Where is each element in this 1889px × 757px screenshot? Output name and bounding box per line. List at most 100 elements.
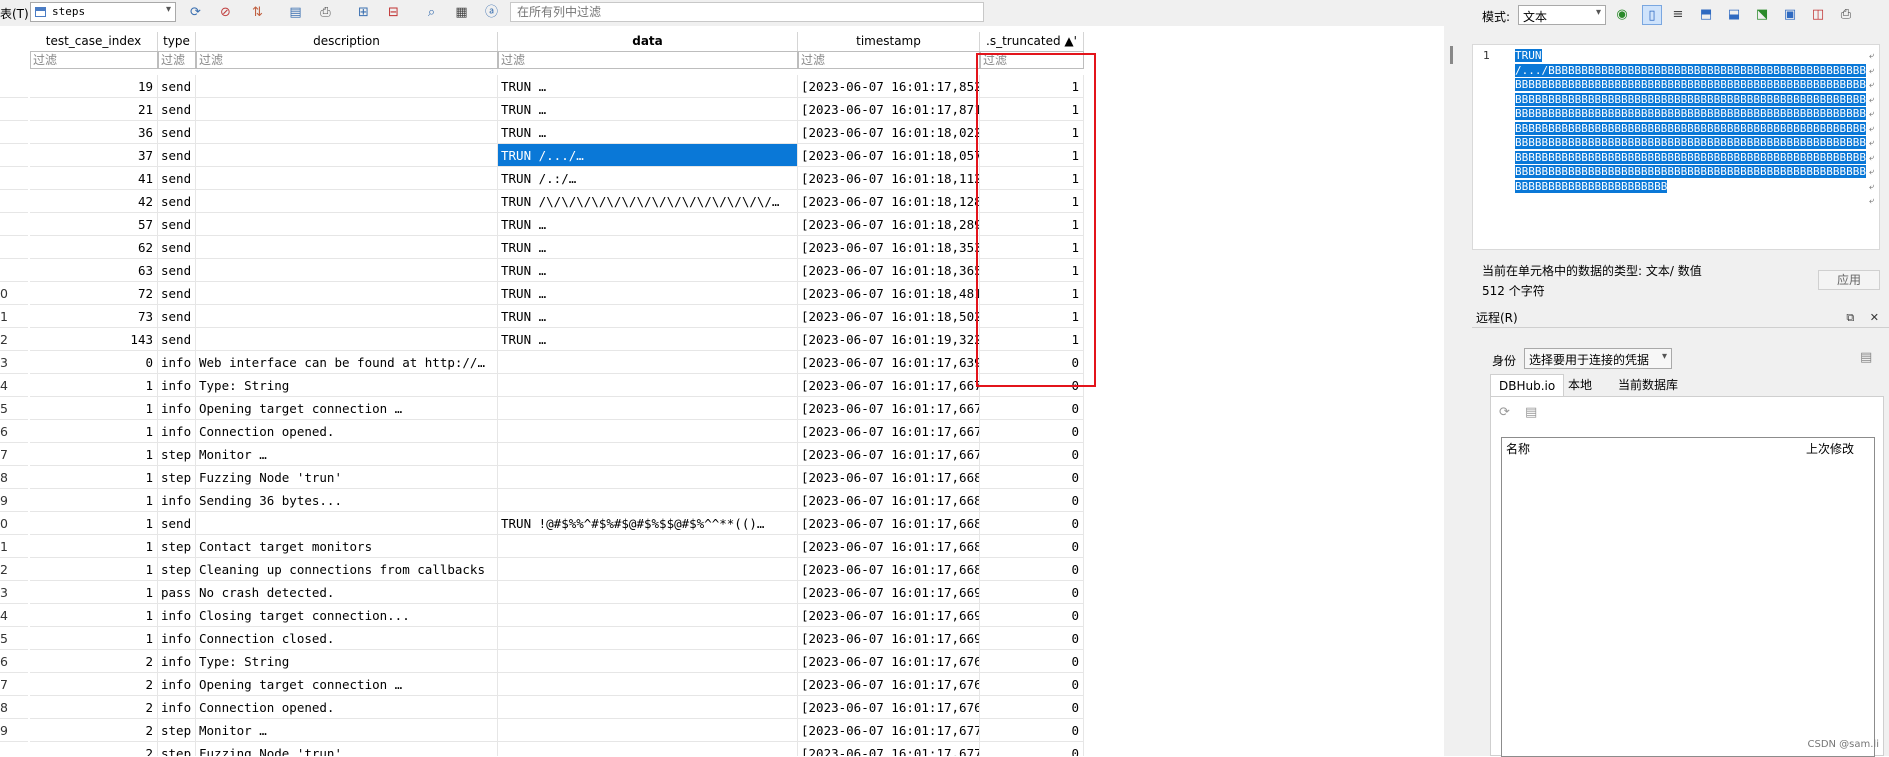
cell-type[interactable]: info: [158, 627, 196, 650]
cell-timestamp[interactable]: [2023-06-07 16:01:17,677]: [798, 719, 980, 742]
cell-description[interactable]: Connection closed.: [196, 627, 498, 650]
apply-button[interactable]: 应用: [1818, 270, 1880, 290]
row-number[interactable]: 2: [0, 328, 28, 351]
cell-is_truncated[interactable]: 0: [980, 443, 1084, 466]
dock-controls[interactable]: ⧉ ✕: [1846, 308, 1885, 328]
cell-type[interactable]: info: [158, 397, 196, 420]
cell-data[interactable]: [498, 581, 798, 604]
row-number[interactable]: 1: [0, 305, 28, 328]
cell-is_truncated[interactable]: 0: [980, 581, 1084, 604]
cell-type[interactable]: send: [158, 236, 196, 259]
cell-data[interactable]: TRUN …: [498, 236, 798, 259]
row-number[interactable]: 7: [0, 673, 28, 696]
cell-is_truncated[interactable]: 0: [980, 535, 1084, 558]
cell-data[interactable]: TRUN …: [498, 98, 798, 121]
clear-filters-icon[interactable]: ⊘: [216, 3, 235, 22]
cell-editor[interactable]: 1 TRUN /.../BBBBBBBBBBBBBBBBBBBBBBBBBBBB…: [1472, 44, 1880, 250]
cell-timestamp[interactable]: [2023-06-07 16:01:19,322]: [798, 328, 980, 351]
clear-cell-icon[interactable]: ◫: [1808, 5, 1828, 25]
cell-description[interactable]: Contact target monitors: [196, 535, 498, 558]
cell-data[interactable]: [498, 719, 798, 742]
table-row[interactable]: 57 send TRUN … [2023-06-07 16:01:18,289] 1: [0, 213, 1444, 236]
cell-test_case_index[interactable]: 21: [30, 98, 158, 121]
auto-switch-icon[interactable]: ◉: [1612, 5, 1632, 25]
cell-data[interactable]: [498, 466, 798, 489]
cell-data[interactable]: TRUN …: [498, 328, 798, 351]
cell-type[interactable]: step: [158, 742, 196, 756]
word-wrap-icon[interactable]: ▯: [1642, 5, 1662, 25]
row-number[interactable]: [0, 190, 28, 213]
row-number[interactable]: 4: [0, 604, 28, 627]
row-number[interactable]: 1: [0, 535, 28, 558]
cell-type[interactable]: info: [158, 673, 196, 696]
table-row[interactable]: 37 send TRUN /.../… [2023-06-07 16:01:18,05…: [0, 144, 1444, 167]
cell-description[interactable]: [196, 190, 498, 213]
table-row[interactable]: 9 2 step Monitor … [2023-06-07 16:01:17,677]…: [0, 719, 1444, 742]
cell-timestamp[interactable]: [2023-06-07 16:01:18,365]: [798, 259, 980, 282]
import-icon[interactable]: ⬒: [1696, 5, 1716, 25]
cell-description[interactable]: [196, 282, 498, 305]
cell-test_case_index[interactable]: 2: [30, 696, 158, 719]
grid-vertical-scrollbar[interactable]: [1444, 26, 1460, 756]
cell-description[interactable]: [196, 167, 498, 190]
table-row[interactable]: 7 2 info Opening target connection … [2023-0…: [0, 673, 1444, 696]
cell-timestamp[interactable]: [2023-06-07 16:01:17,669]: [798, 604, 980, 627]
cell-timestamp[interactable]: [2023-06-07 16:01:18,112]: [798, 167, 980, 190]
cell-data[interactable]: [498, 627, 798, 650]
cell-type[interactable]: send: [158, 121, 196, 144]
row-number[interactable]: [0, 259, 28, 282]
cell-timestamp[interactable]: [2023-06-07 16:01:18,022]: [798, 121, 980, 144]
cell-type[interactable]: step: [158, 535, 196, 558]
table-row[interactable]: 1 73 send TRUN … [2023-06-07 16:01:18,502] 1: [0, 305, 1444, 328]
cell-test_case_index[interactable]: 2: [30, 673, 158, 696]
col-header-test_case_index[interactable]: test_case_index: [30, 32, 158, 51]
table-row[interactable]: 8 1 step Fuzzing Node 'trun' [2023-06-07 16:…: [0, 466, 1444, 489]
table-row[interactable]: 7 1 step Monitor … [2023-06-07 16:01:17,667]…: [0, 443, 1444, 466]
cell-timestamp[interactable]: [2023-06-07 16:01:17,677]: [798, 742, 980, 756]
col-header-data[interactable]: data: [498, 32, 798, 51]
cell-test_case_index[interactable]: 2: [30, 719, 158, 742]
row-number[interactable]: 8: [0, 696, 28, 719]
cell-test_case_index[interactable]: 41: [30, 167, 158, 190]
identity-manage-icon[interactable]: ▤: [1860, 350, 1872, 365]
cell-is_truncated[interactable]: 0: [980, 604, 1084, 627]
cell-description[interactable]: Monitor …: [196, 719, 498, 742]
cell-type[interactable]: send: [158, 259, 196, 282]
clone-icon[interactable]: ▤: [1525, 405, 1537, 420]
cell-test_case_index[interactable]: 1: [30, 512, 158, 535]
filter-data[interactable]: 过滤: [498, 51, 798, 69]
cell-description[interactable]: [196, 75, 498, 98]
cell-test_case_index[interactable]: 42: [30, 190, 158, 213]
mode-select[interactable]: 文本 ▾: [1518, 5, 1606, 25]
cell-type[interactable]: send: [158, 213, 196, 236]
cell-data[interactable]: TRUN /.:/…: [498, 167, 798, 190]
cell-timestamp[interactable]: [2023-06-07 16:01:18,502]: [798, 305, 980, 328]
table-row[interactable]: 42 send TRUN /\/\/\/\/\/\/\/\/\/\/\/\/\/\/…: [0, 190, 1444, 213]
cell-type[interactable]: send: [158, 512, 196, 535]
identity-select[interactable]: 选择要用于连接的凭据 ▾: [1524, 348, 1672, 369]
cell-description[interactable]: No crash detected.: [196, 581, 498, 604]
cell-test_case_index[interactable]: 57: [30, 213, 158, 236]
cell-timestamp[interactable]: [2023-06-07 16:01:18,057]: [798, 144, 980, 167]
cell-is_truncated[interactable]: 0: [980, 397, 1084, 420]
cell-data[interactable]: [498, 558, 798, 581]
table-row[interactable]: 3 1 pass No crash detected. [2023-06-07 16:0…: [0, 581, 1444, 604]
cell-data[interactable]: TRUN …: [498, 75, 798, 98]
cell-type[interactable]: info: [158, 489, 196, 512]
row-number[interactable]: [0, 144, 28, 167]
row-number[interactable]: [0, 742, 28, 756]
cell-data[interactable]: [498, 673, 798, 696]
indent-icon[interactable]: ≡: [1668, 5, 1688, 25]
row-number[interactable]: [0, 98, 28, 121]
cell-description[interactable]: [196, 512, 498, 535]
cell-timestamp[interactable]: [2023-06-07 16:01:17,668]: [798, 489, 980, 512]
cell-data[interactable]: TRUN …: [498, 121, 798, 144]
row-number[interactable]: 0: [0, 282, 28, 305]
cell-data[interactable]: TRUN /\/\/\/\/\/\/\/\/\/\/\/\/\/\/\/…: [498, 190, 798, 213]
cell-timestamp[interactable]: [2023-06-07 16:01:17,669]: [798, 581, 980, 604]
cell-timestamp[interactable]: [2023-06-07 16:01:17,852]: [798, 75, 980, 98]
cell-type[interactable]: info: [158, 650, 196, 673]
cell-test_case_index[interactable]: 73: [30, 305, 158, 328]
cell-is_truncated[interactable]: 0: [980, 627, 1084, 650]
format-icon[interactable]: ⓐ: [482, 3, 501, 22]
